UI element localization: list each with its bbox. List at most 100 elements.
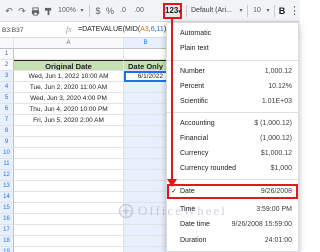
zoom-chevron-icon[interactable]: ▾ [78, 3, 86, 19]
menu-item-date[interactable]: ✓ Date 9/26/2008 [167, 184, 298, 199]
original-date-cell[interactable]: Wed, Jun 1, 2022 10:00 AM [14, 71, 124, 82]
row-header[interactable]: 10 [0, 148, 14, 159]
menu-item-label: Plain text [180, 45, 209, 52]
header-original-date[interactable]: Original Date [14, 60, 124, 71]
menu-item-automatic[interactable]: Automatic [167, 27, 298, 41]
menu-item-example: 1.01E+03 [261, 98, 292, 105]
menu-item-financial[interactable]: Financial (1,000.12) [167, 132, 298, 146]
menu-item-label: Currency [180, 150, 209, 157]
cell-a[interactable] [14, 192, 124, 203]
menu-item-label: Duration [180, 237, 207, 244]
menu-item-example: $1,000.12 [260, 150, 292, 157]
row-header[interactable]: 11 [0, 159, 14, 170]
zoom-select[interactable]: 100% [56, 3, 78, 19]
cell-a[interactable] [14, 214, 124, 225]
menu-item-number[interactable]: Number 1,000.12 [167, 65, 298, 79]
paint-format-icon[interactable] [42, 3, 54, 19]
name-box[interactable]: B3:B37 [2, 25, 64, 36]
date-only-cell[interactable]: 6/1/2022 [124, 71, 168, 82]
formula-input[interactable]: =DATEVALUE(MID(A3,6,11)) [78, 24, 169, 36]
cell-a[interactable] [14, 170, 124, 181]
row-header[interactable]: 15 [0, 203, 14, 214]
cell-b[interactable] [124, 247, 168, 252]
row-header[interactable]: 3 [0, 71, 14, 82]
menu-item-currency-rounded[interactable]: Currency rounded $1,000 [167, 162, 298, 176]
cell-a[interactable] [14, 148, 124, 159]
original-date-cell[interactable]: Thu, Jun 4, 2020 10:00 PM [14, 104, 124, 115]
row-header[interactable]: 17 [0, 225, 14, 236]
decrease-decimal-button[interactable]: .0 [117, 3, 129, 19]
row-header[interactable]: 14 [0, 192, 14, 203]
font-size-chevron-icon[interactable]: ▾ [264, 3, 272, 19]
redo-icon[interactable]: ↷ [16, 3, 28, 19]
fx-icon: fx [66, 25, 72, 34]
row-header[interactable]: 13 [0, 181, 14, 192]
percent-button[interactable]: % [105, 3, 115, 19]
increase-decimal-button[interactable]: .00 [131, 3, 147, 19]
cell-b[interactable] [124, 236, 168, 247]
cell-a[interactable] [14, 203, 124, 214]
date-only-cell[interactable] [124, 104, 168, 115]
formula-arg-length: 11 [156, 26, 164, 33]
cell-a[interactable] [14, 236, 124, 247]
menu-item-percent[interactable]: Percent 10.12% [167, 80, 298, 94]
cell-b[interactable] [124, 225, 168, 236]
cell-b[interactable] [124, 159, 168, 170]
cell-a[interactable] [14, 225, 124, 236]
cell-a[interactable] [14, 159, 124, 170]
cell-b[interactable] [124, 49, 168, 60]
print-icon[interactable] [29, 3, 41, 19]
cell-b[interactable] [124, 148, 168, 159]
more-options-icon[interactable]: ⋮ [289, 3, 300, 19]
column-header-b[interactable]: B [124, 38, 168, 49]
menu-item-label: Accounting [180, 120, 215, 127]
menu-item-currency[interactable]: Currency $1,000.12 [167, 147, 298, 161]
cell-a[interactable] [14, 137, 124, 148]
menu-item-accounting[interactable]: Accounting $ (1,000.12) [167, 117, 298, 131]
row-header[interactable]: 9 [0, 137, 14, 148]
row-header[interactable]: 2 [0, 60, 14, 71]
original-date-cell[interactable]: Wed, Jun 3, 2020 4:00 PM [14, 93, 124, 104]
bold-button[interactable]: B [277, 3, 287, 19]
menu-item-label: Number [180, 68, 205, 75]
formula-ref: A3 [140, 26, 149, 33]
date-only-cell[interactable] [124, 93, 168, 104]
cell-b[interactable] [124, 181, 168, 192]
cell-b[interactable] [124, 137, 168, 148]
cell-a[interactable] [14, 181, 124, 192]
column-header-a[interactable]: A [14, 38, 124, 49]
menu-item-duration[interactable]: Duration 24:01:00 [167, 234, 298, 248]
cell-a[interactable] [14, 126, 124, 137]
date-only-cell[interactable] [124, 82, 168, 93]
menu-item-label: Financial [180, 135, 209, 142]
row-header[interactable]: 6 [0, 104, 14, 115]
cell-a[interactable] [14, 247, 124, 252]
row-header[interactable]: 12 [0, 170, 14, 181]
original-date-cell[interactable]: Tue, Jun 2, 2020 11:00 AM [14, 82, 124, 93]
font-select[interactable]: Default (Ari... [191, 3, 237, 19]
row-header[interactable]: 19 [0, 247, 14, 252]
font-size-select[interactable]: 10 [250, 3, 264, 19]
row-header[interactable]: 1 [0, 49, 14, 60]
cell-b[interactable] [124, 126, 168, 137]
row-header[interactable]: 5 [0, 93, 14, 104]
annotation-arrow-head [167, 179, 177, 187]
row-header[interactable]: 18 [0, 236, 14, 247]
undo-icon[interactable]: ↶ [3, 3, 15, 19]
cell-a[interactable] [14, 49, 124, 60]
menu-item-scientific[interactable]: Scientific 1.01E+03 [167, 95, 298, 109]
header-date-only[interactable]: Date Only [124, 60, 168, 71]
date-only-cell[interactable] [124, 115, 168, 126]
menu-item-plain-text[interactable]: Plain text [167, 42, 298, 56]
menu-item-label: Percent [180, 83, 205, 90]
row-header[interactable]: 4 [0, 82, 14, 93]
menu-item-label: Date [180, 188, 195, 195]
row-header[interactable]: 7 [0, 115, 14, 126]
cell-b[interactable] [124, 170, 168, 181]
font-chevron-icon[interactable]: ▾ [237, 3, 245, 19]
currency-button[interactable]: $ [93, 3, 103, 19]
select-all-corner[interactable] [0, 38, 14, 49]
original-date-cell[interactable]: Fri, Jun 5, 2020 2:00 AM [14, 115, 124, 126]
row-header[interactable]: 16 [0, 214, 14, 225]
row-header[interactable]: 8 [0, 126, 14, 137]
